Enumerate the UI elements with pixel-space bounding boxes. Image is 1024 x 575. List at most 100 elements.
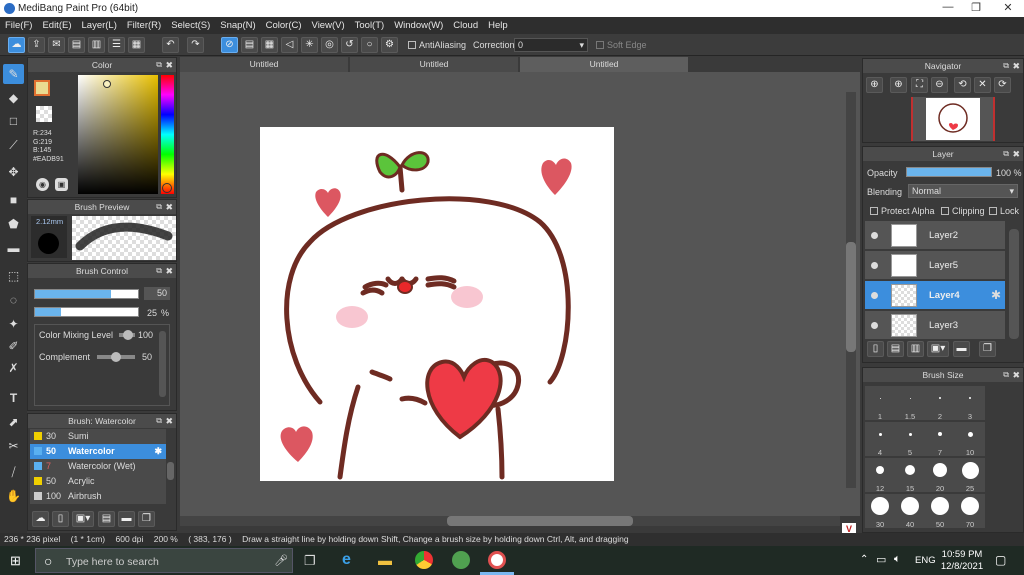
correction-select[interactable]: 0 ▾ [514,38,588,52]
brush-size-option[interactable]: 70 [955,494,985,529]
gear-icon[interactable]: ✱ [991,288,1001,302]
edge-icon[interactable]: e [342,551,351,569]
close-icon[interactable]: ✖ [1012,368,1020,382]
dot-tool-icon[interactable]: □ [3,111,24,131]
divide-tool-icon[interactable]: ✂ [3,436,24,456]
list-icon[interactable]: ☰ [108,37,125,53]
rotate-left-icon[interactable]: ⟲ [954,77,971,93]
notification-icon[interactable]: ▢ [995,553,1006,567]
brush-size-option[interactable]: 1.5 [895,386,925,421]
hue-handle[interactable] [162,183,172,193]
taskbar-search[interactable]: ○ Type here to search 🎤︎ [35,548,293,573]
visibility-icon[interactable] [871,262,878,269]
undock-icon[interactable]: ⧉ [156,264,162,278]
lasso-tool-icon[interactable]: ◌ [3,290,24,310]
new-8bit-layer-icon[interactable]: ▥ [907,341,924,357]
close-icon[interactable]: ✖ [165,58,173,72]
brush-item[interactable]: 7 Watercolor (Wet) [30,459,166,474]
tab-untitled-3[interactable]: Untitled [520,57,688,72]
protect-alpha-toggle[interactable]: Protect Alpha [870,206,935,216]
brush-size-option[interactable]: 15 [895,458,925,493]
undock-icon[interactable]: ⧉ [1003,59,1009,73]
layer-row-layer5[interactable]: Layer5 [865,251,1005,280]
comment-icon[interactable]: ✉ [48,37,65,53]
brush-item[interactable]: 100 Airbrush [30,489,166,504]
close-icon[interactable]: ✖ [165,200,173,214]
ring-snap-icon[interactable]: ○ [361,37,378,53]
curve-snap-icon[interactable]: ↺ [341,37,358,53]
hue-slider[interactable] [161,75,174,194]
operation-tool-icon[interactable]: ⬈ [3,412,24,432]
undock-icon[interactable]: ⧉ [1003,147,1009,161]
navigator-viewport[interactable] [911,97,995,141]
brush-tool-icon[interactable]: ✎ [3,64,24,84]
circle-snap-icon[interactable]: ◎ [321,37,338,53]
lock-checkbox[interactable] [989,207,997,215]
add-brush-menu-icon[interactable]: ▣▾ [72,511,94,527]
reset-view-icon[interactable]: ✕ [974,77,991,93]
color-mixing-slider[interactable] [119,330,135,340]
complement-handle[interactable] [111,352,121,362]
close-icon[interactable]: ✖ [165,264,173,278]
blending-select[interactable]: Normal ▾ [908,184,1018,198]
chevron-up-icon[interactable]: ⌃ [860,554,868,565]
language-indicator[interactable]: ENG [915,555,936,566]
fit-window-icon[interactable]: ⛶ [911,77,928,93]
brush-list-scrollbar[interactable] [167,462,174,480]
layer-opacity-value[interactable]: 100 % [996,168,1022,178]
message-icon[interactable]: ▤ [68,37,85,53]
horizontal-scroll-thumb[interactable] [447,516,633,526]
add-brush-icon[interactable]: ▯ [52,511,69,527]
select-eraser-tool-icon[interactable]: ✗ [3,358,24,378]
brush-size-option[interactable]: 20 [925,458,955,493]
menu-view[interactable]: View(V) [307,20,350,31]
brush-size-option[interactable]: 10 [955,422,985,457]
settings-icon[interactable]: ⚙ [381,37,398,53]
brush-size-option[interactable]: 1 [865,386,895,421]
layer-row-layer3[interactable]: Layer3 [865,311,1005,340]
drawing-canvas[interactable] [260,127,614,481]
task-view-icon[interactable]: ❐ [304,553,316,569]
vertical-scrollbar[interactable] [846,92,856,488]
volume-icon[interactable]: 🔈︎ [894,553,901,566]
complement-slider[interactable] [97,352,135,362]
menu-window[interactable]: Window(W) [389,20,448,31]
layer-scrollbar[interactable] [1009,229,1019,339]
layer-row-layer4[interactable]: Layer4 ✱ [865,281,1005,310]
brush-size-option[interactable]: 7 [925,422,955,457]
visibility-icon[interactable] [871,232,878,239]
rotate-right-icon[interactable]: ⟳ [994,77,1011,93]
brush-size-option[interactable]: 30 [865,494,895,529]
vanishing-snap-icon[interactable]: ◁ [281,37,298,53]
undo-icon[interactable]: ↶ [162,37,179,53]
new-halftone-layer-icon[interactable]: ▤ [887,341,904,357]
rectangle-tool-icon[interactable]: ■ [3,190,24,210]
brush-opacity-value[interactable]: 25 [147,308,157,318]
clipping-checkbox[interactable] [941,207,949,215]
palette-icon[interactable]: ◉ [36,178,49,191]
crisscross-snap-icon[interactable]: ▦ [261,37,278,53]
brush-size-option[interactable]: 2 [925,386,955,421]
antialiasing-toggle[interactable]: AntiAliasing [408,40,466,50]
menu-file[interactable]: File(F) [0,20,37,31]
layer-row-layer2[interactable]: Layer2 [865,221,1005,250]
clock[interactable]: 10:59 PM 12/8/2021 [940,549,984,573]
brush-opacity-slider[interactable] [34,307,139,317]
brush-size-option[interactable]: 40 [895,494,925,529]
lock-toggle[interactable]: Lock [989,206,1019,216]
background-color-swatch[interactable] [36,106,52,122]
menu-cloud[interactable]: Cloud [448,20,483,31]
brush-size-option[interactable]: 5 [895,422,925,457]
add-layer-menu-icon[interactable]: ▣▾ [927,341,949,357]
undock-icon[interactable]: ⧉ [1003,368,1009,382]
brush-size-slider[interactable] [34,289,139,299]
microphone-icon[interactable]: 🎤︎ [274,554,288,567]
redo-icon[interactable]: ↷ [187,37,204,53]
minimize-button[interactable]: — [934,1,962,16]
brush-settings-icon[interactable]: ▤ [98,511,115,527]
menu-filter[interactable]: Filter(R) [122,20,166,31]
app-icon-green[interactable] [452,551,470,569]
clipping-toggle[interactable]: Clipping [941,206,985,216]
picker-handle[interactable] [103,80,111,88]
brush-item-selected[interactable]: 50 Watercolor ✱ [30,444,166,459]
